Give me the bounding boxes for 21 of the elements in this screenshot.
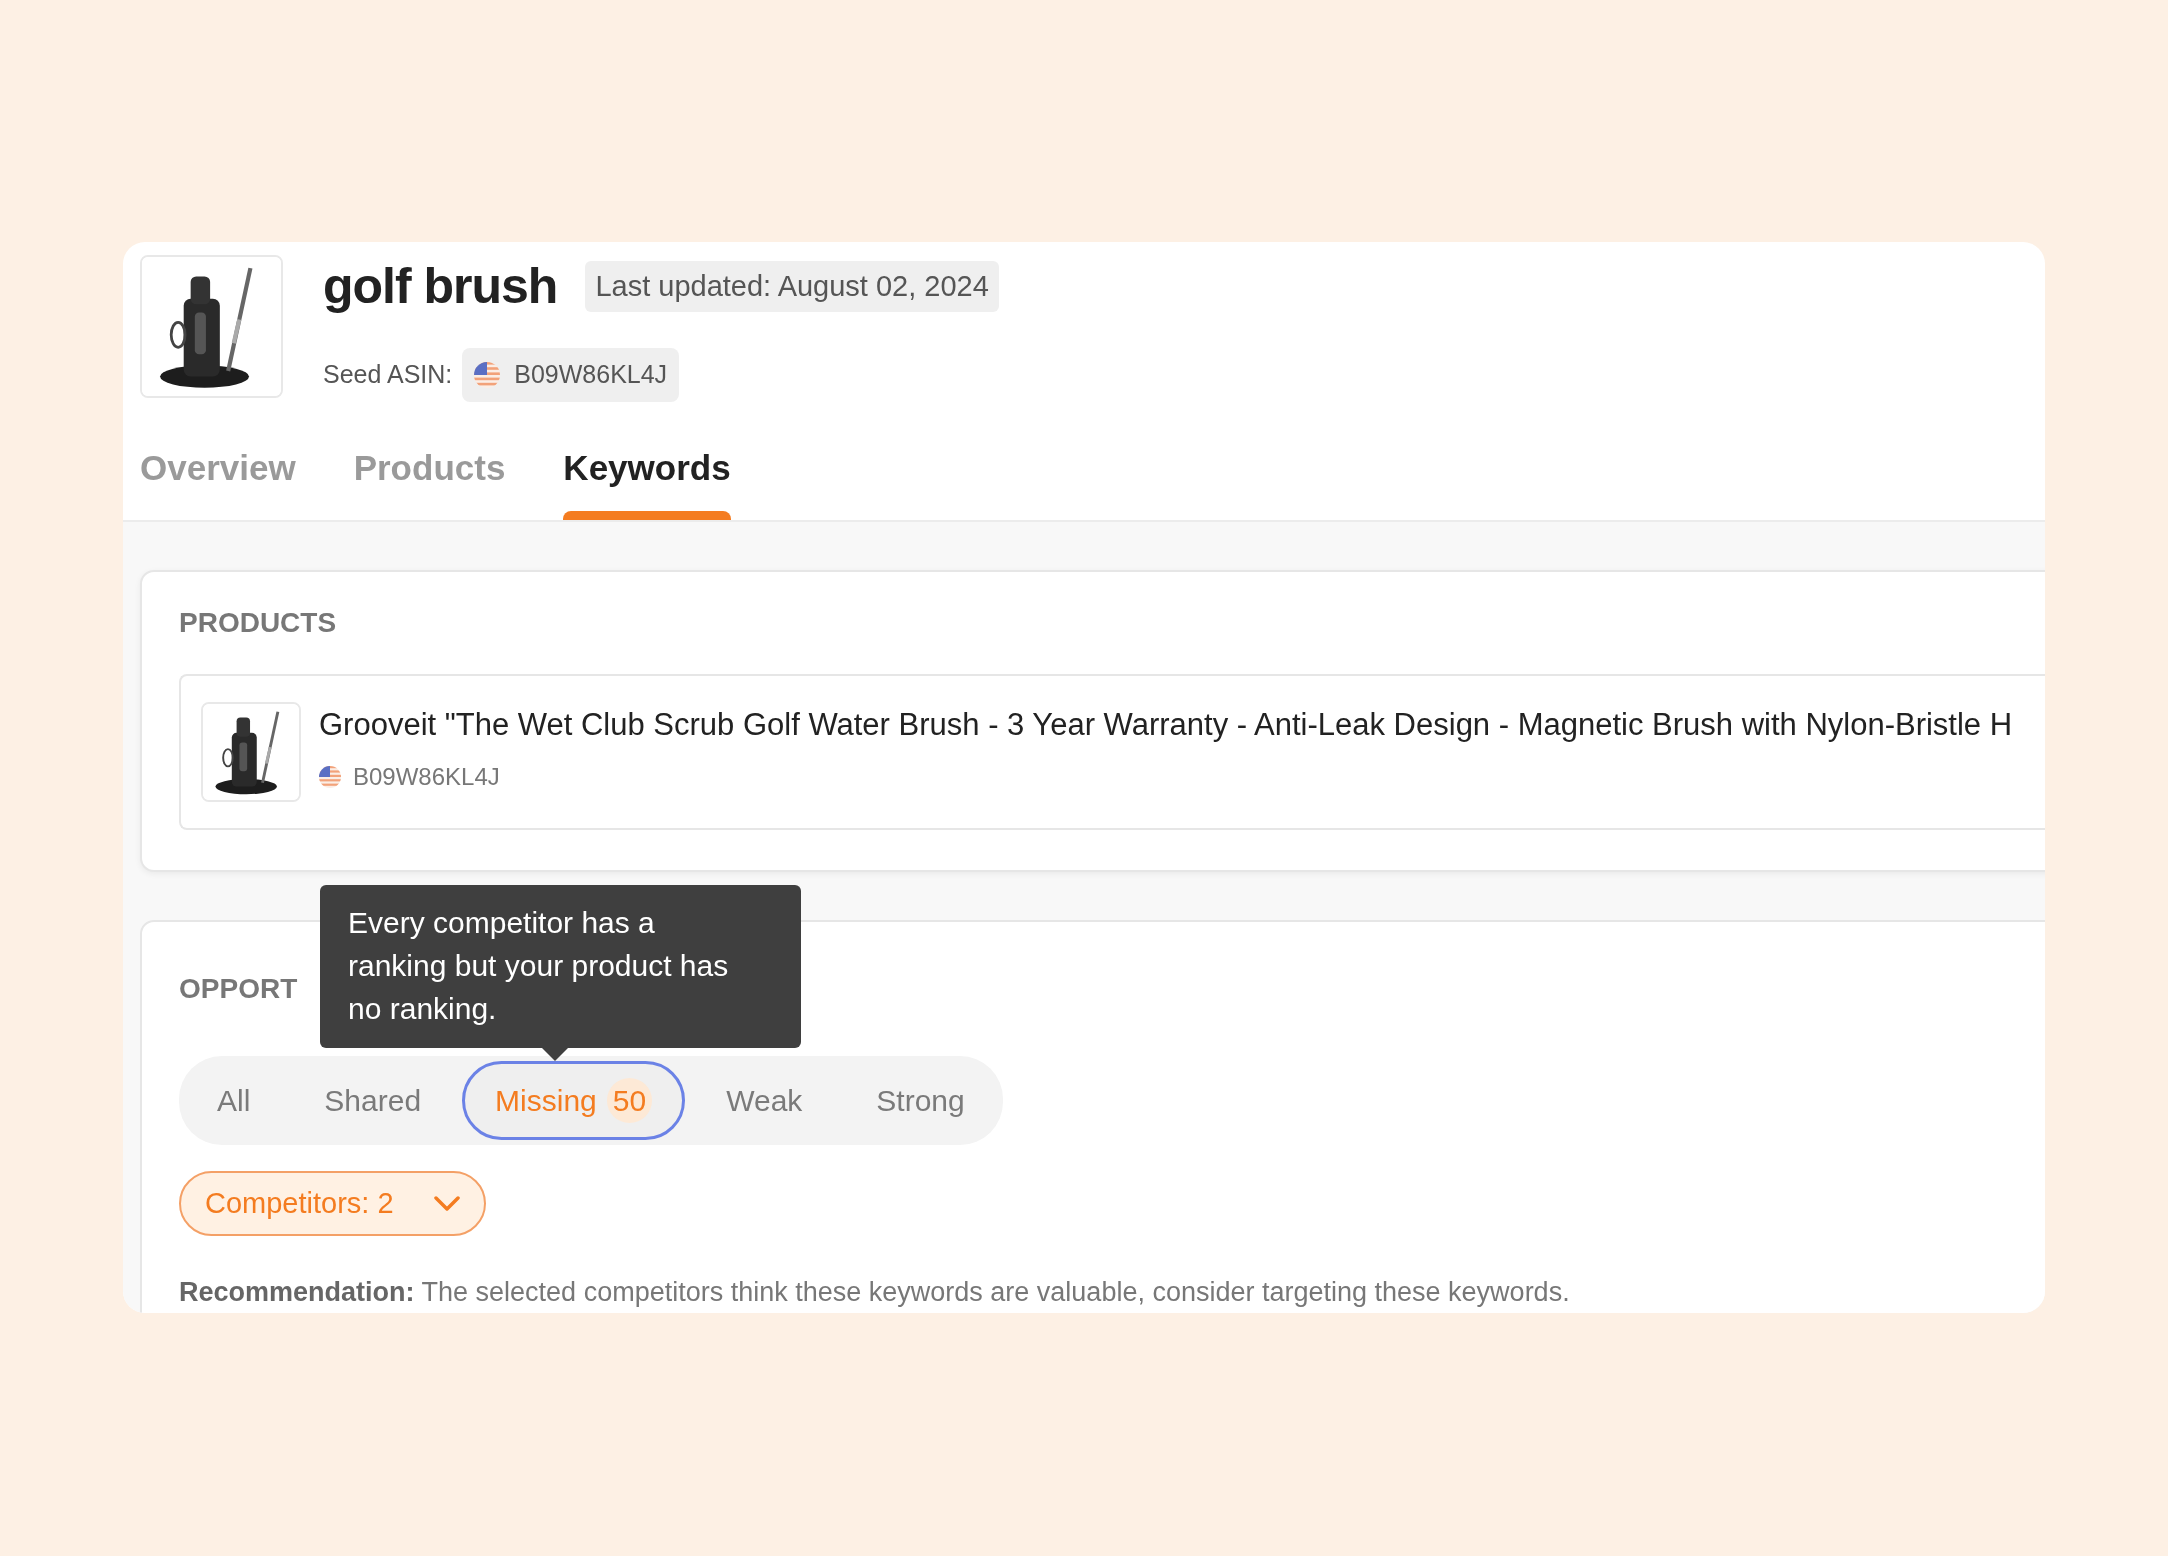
competitors-dropdown[interactable]: Competitors: 2 (179, 1171, 486, 1236)
asin-text: B09W86KL4J (514, 359, 668, 390)
product-title: golf brush (323, 259, 558, 314)
product-name: Grooveit "The Wet Club Scrub Golf Water Brush - 3 Year Warranty - Anti-Leak Design - Magnetic Brush with Nylon-Bristle H (319, 706, 2013, 744)
filter-tab[interactable]: Weak (693, 1061, 836, 1140)
tab[interactable]: Products (353, 441, 506, 520)
tab[interactable]: Keywords (563, 441, 731, 520)
tab[interactable]: Overview (140, 441, 296, 520)
tooltip: Every competitor has a ranking but your product has no ranking. (320, 885, 801, 1048)
seed-asin-label: Seed ASIN: (323, 359, 453, 390)
filter-tab[interactable]: Missing 50 (462, 1061, 686, 1140)
product-row[interactable]: Grooveit "The Wet Club Scrub Golf Water Brush - 3 Year Warranty - Anti-Leak Design - Magnetic Brush with Nylon-Bristle H B09W86KL4J (179, 674, 2045, 830)
filter-tab[interactable]: Strong (843, 1061, 998, 1140)
section-heading: OPPORT (179, 972, 298, 1006)
section-heading: PRODUCTS (179, 606, 338, 640)
filter-tab[interactable]: Shared (291, 1061, 455, 1140)
count-badge: 50 (606, 1078, 653, 1123)
asin-text: B09W86KL4J (353, 761, 500, 792)
filter-tab[interactable]: All (184, 1061, 284, 1140)
recommendation-text: Recommendation: The selected competitors think these keywords are valuable, consider targeting these keywords. (179, 1276, 1571, 1309)
last-updated-label: Last updated: August 02, 2024 (585, 260, 999, 313)
